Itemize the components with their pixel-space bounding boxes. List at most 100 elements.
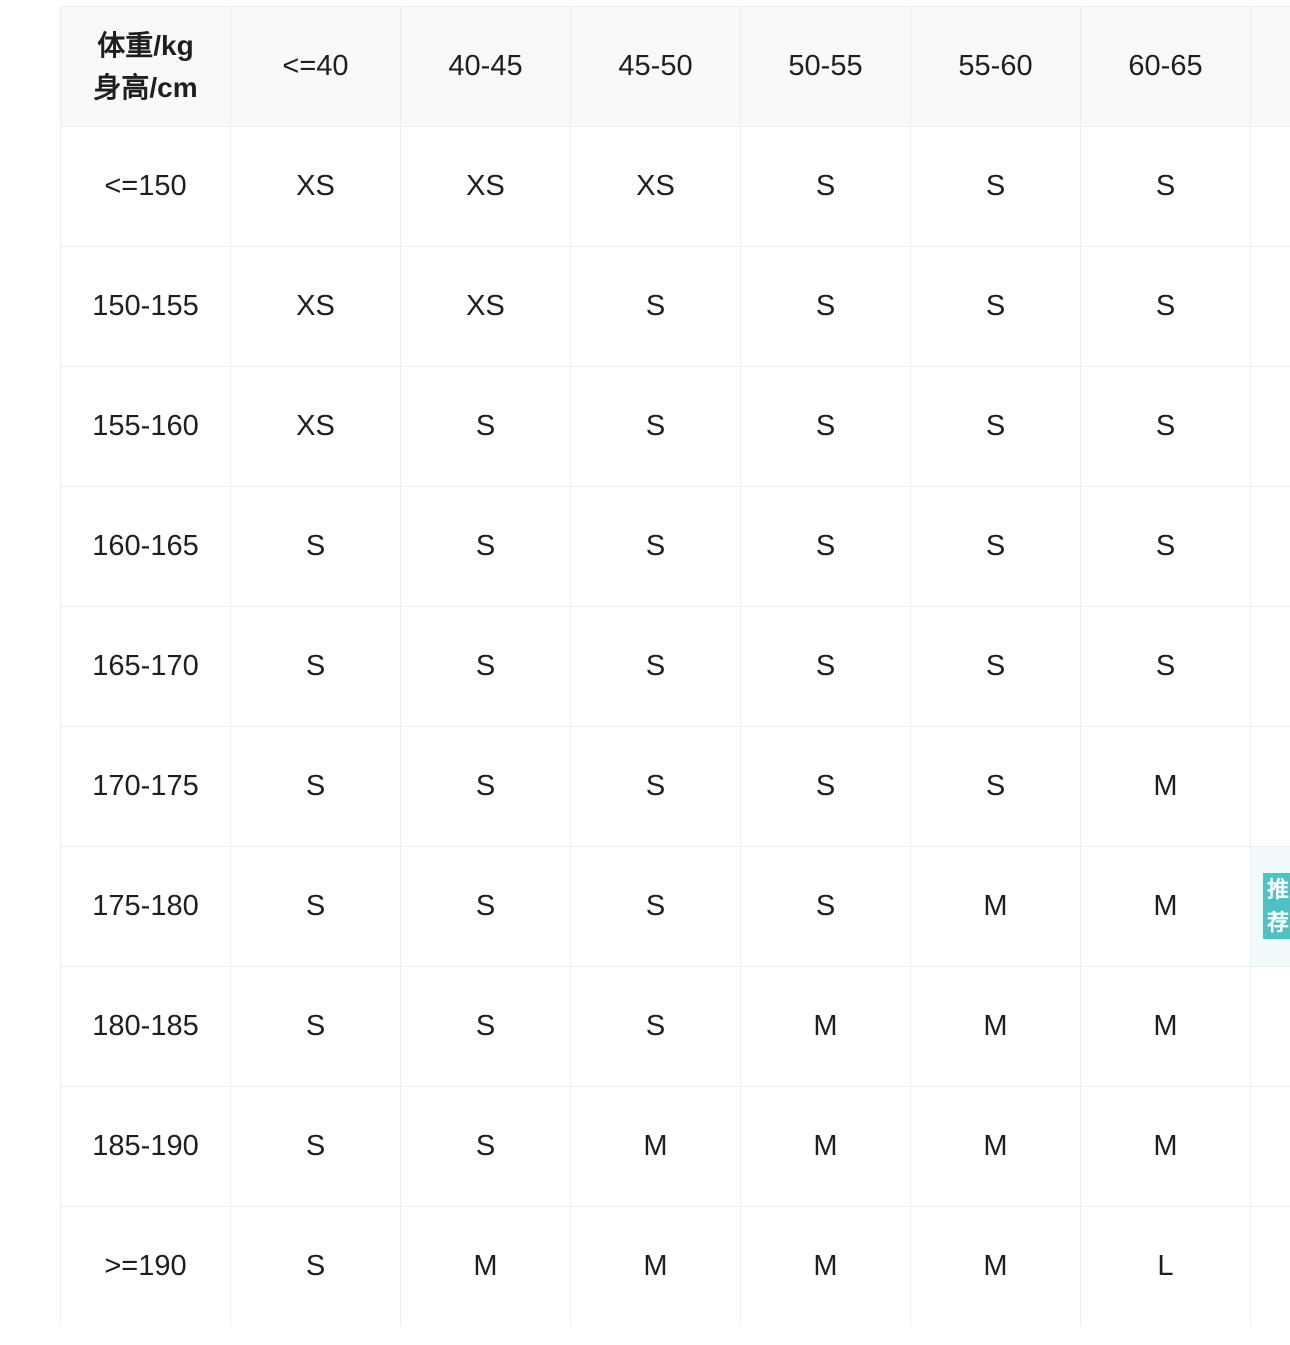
weight-column-header: <=40 <box>230 6 401 127</box>
size-cell: S <box>230 1206 401 1326</box>
table-row: 155-160 XS S S S S S <box>60 366 1290 487</box>
size-cell: S <box>400 606 571 727</box>
size-cell: S <box>910 366 1081 487</box>
table-row: 165-170 S S S S S S <box>60 606 1290 727</box>
size-cell <box>1250 1086 1290 1207</box>
size-cell: S <box>230 726 401 847</box>
size-cell: S <box>910 126 1081 247</box>
size-cell: S <box>400 366 571 487</box>
size-cell <box>1250 606 1290 727</box>
size-chart-table-container: 体重/kg 身高/cm <=40 40-45 45-50 50-55 55-60… <box>60 6 1290 1326</box>
recommend-badge: 推荐 <box>1263 873 1290 939</box>
size-cell: S <box>400 846 571 967</box>
size-cell: M <box>1080 846 1251 967</box>
recommend-badge-text: 推 <box>1266 877 1289 902</box>
height-axis-label: 身高/cm <box>93 71 198 103</box>
size-cell: M <box>910 1086 1081 1207</box>
height-row-header: 160-165 <box>60 486 231 607</box>
table-row: 160-165 S S S S S S <box>60 486 1290 607</box>
size-cell: S <box>910 246 1081 367</box>
size-cell: XS <box>400 246 571 367</box>
size-cell: M <box>1080 966 1251 1087</box>
height-row-header: 150-155 <box>60 246 231 367</box>
size-cell <box>1250 486 1290 607</box>
size-cell: M <box>1080 726 1251 847</box>
size-cell: S <box>230 966 401 1087</box>
weight-column-header: 50-55 <box>740 6 911 127</box>
size-cell: S <box>910 606 1081 727</box>
size-cell: XS <box>230 366 401 487</box>
recommend-badge-text: 荐 <box>1266 910 1289 935</box>
height-row-header: 185-190 <box>60 1086 231 1207</box>
size-cell <box>1250 126 1290 247</box>
size-cell: S <box>570 246 741 367</box>
size-cell: S <box>230 846 401 967</box>
size-cell: M <box>740 1206 911 1326</box>
size-cell: S <box>740 366 911 487</box>
size-cell: S <box>1080 606 1251 727</box>
table-row: <=150 XS XS XS S S S <box>60 126 1290 247</box>
weight-column-header: 45-50 <box>570 6 741 127</box>
size-cell: S <box>570 486 741 607</box>
size-cell: S <box>1080 126 1251 247</box>
size-cell: S <box>1080 366 1251 487</box>
table-body: <=150 XS XS XS S S S 150-155 XS XS S S S S 155-160 XS S S… <box>60 126 1290 1326</box>
size-cell <box>1250 1206 1290 1326</box>
size-cell: M <box>910 1206 1081 1326</box>
size-cell <box>1250 726 1290 847</box>
table-row: 175-180 S S S S M M 推荐 <box>60 846 1290 967</box>
height-row-header: 155-160 <box>60 366 231 487</box>
weight-axis-label: 体重/kg <box>97 29 194 61</box>
size-cell <box>1250 966 1290 1087</box>
size-cell: S <box>1080 246 1251 367</box>
height-row-header: 170-175 <box>60 726 231 847</box>
size-cell: S <box>1080 486 1251 607</box>
size-cell <box>1250 366 1290 487</box>
size-cell: S <box>570 366 741 487</box>
size-cell: S <box>570 966 741 1087</box>
size-cell: S <box>400 726 571 847</box>
size-cell: M <box>910 846 1081 967</box>
size-cell: M <box>910 966 1081 1087</box>
table-row: 150-155 XS XS S S S S <box>60 246 1290 367</box>
weight-column-header: 60-65 <box>1080 6 1251 127</box>
size-cell: M <box>570 1086 741 1207</box>
weight-column-header: 40-45 <box>400 6 571 127</box>
size-cell: S <box>230 486 401 607</box>
table-row: 170-175 S S S S S M <box>60 726 1290 847</box>
size-cell: S <box>570 606 741 727</box>
size-cell: S <box>910 486 1081 607</box>
size-cell: S <box>740 726 911 847</box>
size-cell: M <box>400 1206 571 1326</box>
size-cell: S <box>910 726 1081 847</box>
size-cell: M <box>1080 1086 1251 1207</box>
size-cell: L <box>1080 1206 1251 1326</box>
size-cell: S <box>740 126 911 247</box>
size-cell <box>1250 246 1290 367</box>
height-row-header: 180-185 <box>60 966 231 1087</box>
size-cell: XS <box>230 246 401 367</box>
size-cell: S <box>740 486 911 607</box>
size-cell: XS <box>400 126 571 247</box>
size-cell: S <box>230 1086 401 1207</box>
size-cell: M <box>740 1086 911 1207</box>
table-row: 185-190 S S M M M M <box>60 1086 1290 1207</box>
table-row: >=190 S M M M M L <box>60 1206 1290 1326</box>
size-cell: S <box>570 726 741 847</box>
height-row-header: >=190 <box>60 1206 231 1326</box>
size-cell: S <box>400 1086 571 1207</box>
weight-column-header: 55-60 <box>910 6 1081 127</box>
size-cell: S <box>400 486 571 607</box>
size-cell: S <box>740 606 911 727</box>
height-row-header: 175-180 <box>60 846 231 967</box>
size-cell: XS <box>230 126 401 247</box>
size-cell: XS <box>570 126 741 247</box>
height-row-header: 165-170 <box>60 606 231 727</box>
weight-column-header: 6 <box>1250 6 1290 127</box>
height-row-header: <=150 <box>60 126 231 247</box>
size-cell: S <box>570 846 741 967</box>
size-cell: S <box>230 606 401 727</box>
header-corner-cell: 体重/kg 身高/cm <box>60 6 231 127</box>
size-chart-table: 体重/kg 身高/cm <=40 40-45 45-50 50-55 55-60… <box>60 6 1290 1326</box>
size-cell: S <box>740 246 911 367</box>
